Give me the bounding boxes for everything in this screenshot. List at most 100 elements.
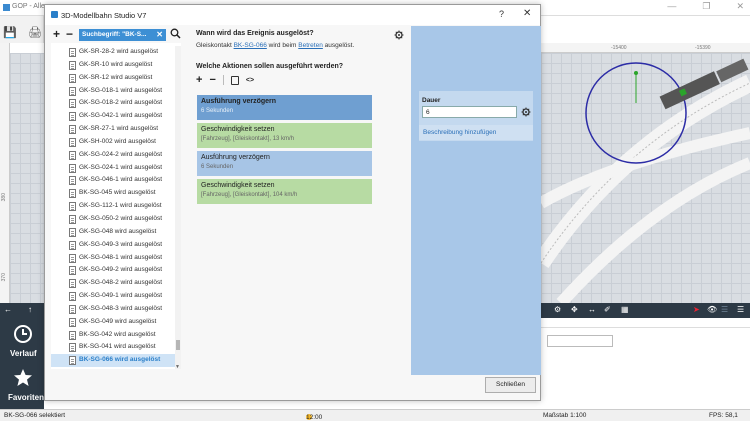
close-button[interactable]: Schließen [485, 377, 536, 393]
arrow-left-icon[interactable]: ← [4, 305, 12, 314]
viewport-controlbar: ⚙ ✥ ↔ ✐ ▦ ➤ 👁 ☰ ☰ [541, 303, 750, 318]
search-filter[interactable]: Suchbegriff: "BK-S... ✕ [79, 29, 166, 41]
list-item[interactable]: GK-SG-048 wird ausgelöst [51, 226, 175, 239]
gear-icon[interactable]: ⚙ [554, 305, 561, 314]
add-action-button[interactable]: + [196, 74, 202, 86]
list-item-label: GK-SR-12 wird ausgelöst [79, 73, 153, 81]
brush-icon[interactable]: ✐ [604, 305, 611, 314]
actions-toolbar: + − <> [196, 74, 254, 86]
action-item[interactable]: Geschwindigkeit setzen [Fahrzeug], [Gleis… [197, 179, 372, 204]
move-icon[interactable]: ✥ [571, 305, 578, 314]
document-icon [69, 99, 76, 109]
gear-icon[interactable] [394, 30, 404, 40]
list-item[interactable]: GK-SG-049-2 wird ausgelöst [51, 264, 175, 277]
list-item[interactable]: GK-SG-048-1 wird ausgelöst [51, 252, 175, 265]
save-icon[interactable]: 💾 [3, 26, 17, 39]
scroll-down-icon[interactable]: ▼ [175, 364, 180, 370]
desc-prefix: Gleiskontakt [196, 42, 234, 49]
gear-icon[interactable] [521, 107, 531, 117]
list-item[interactable]: GK-SG-024-2 wird ausgelöst [51, 149, 175, 162]
list-item-label: GK-SG-049 wird ausgelöst [79, 317, 157, 325]
property-input[interactable] [547, 335, 613, 347]
contact-link[interactable]: BK-SG-066 [234, 42, 267, 49]
minimize-icon[interactable]: — [667, 1, 676, 12]
list-item[interactable]: GK-SR-27-1 wird ausgelöst [51, 123, 175, 136]
close-icon[interactable]: ✕ [523, 8, 531, 19]
action-item[interactable]: Geschwindigkeit setzen [Fahrzeug], [Gleis… [197, 123, 372, 148]
clear-search-icon[interactable]: ✕ [156, 30, 163, 39]
list-item[interactable]: BK-SG-042 wird ausgelöst [51, 329, 175, 342]
document-icon [69, 189, 76, 199]
sidebar-item-history[interactable]: Verlauf [0, 320, 44, 362]
add-description-button[interactable]: Beschreibung hinzufügen [419, 125, 533, 140]
duration-label: Dauer [422, 97, 441, 104]
layers-icon[interactable]: ☰ [721, 305, 728, 314]
scroll-thumb[interactable] [176, 340, 180, 350]
grid-icon[interactable]: ▦ [621, 305, 629, 314]
menu-icon[interactable]: ☰ [737, 305, 744, 314]
list-item[interactable]: GK-SR-10 wird ausgelöst [51, 59, 175, 72]
when-heading: Wann wird das Ereignis ausgelöst? [196, 30, 314, 37]
remove-button[interactable]: − [66, 27, 73, 41]
document-icon [69, 112, 76, 122]
sidebar-item-favorites[interactable]: Favoriten [0, 364, 44, 406]
document-icon [69, 292, 76, 302]
document-icon [69, 253, 76, 263]
list-toolbar: + − Suchbegriff: "BK-S... ✕ [51, 26, 181, 43]
action-item[interactable]: Ausführung verzögern 6 Sekunden [197, 95, 372, 120]
arrows-horizontal-icon[interactable]: ↔ [588, 305, 596, 314]
list-item-label: GK-SG-018-1 wird ausgelöst [79, 86, 163, 94]
list-item[interactable]: GK-SR-12 wird ausgelöst [51, 72, 175, 85]
list-item[interactable]: GK-SG-048-3 wird ausgelöst [51, 303, 175, 316]
action-properties: Dauer 6 Beschreibung hinzufügen [411, 26, 541, 375]
list-item[interactable]: GK-SG-024-1 wird ausgelöst [51, 162, 175, 175]
list-item[interactable]: GK-SR-28-2 wird ausgelöst [51, 46, 175, 59]
list-item-label: BK-SG-042 wird ausgelöst [79, 330, 156, 338]
arrow-up-icon[interactable]: ↑ [28, 305, 32, 314]
list-item[interactable]: GK-SG-049-1 wird ausgelöst [51, 290, 175, 303]
list-item[interactable]: GK-SG-049-3 wird ausgelöst [51, 239, 175, 252]
list-item[interactable]: GK-SG-046-1 wird ausgelöst [51, 174, 175, 187]
action-title: Geschwindigkeit setzen [201, 182, 275, 189]
list-item[interactable]: BK-SG-066 wird ausgelöst [51, 354, 175, 368]
list-item[interactable]: GK-SH-002 wird ausgelöst [51, 136, 175, 149]
help-button[interactable]: ? [499, 9, 504, 19]
list-item[interactable]: GK-SG-112-1 wird ausgelöst [51, 200, 175, 213]
ruler-label: 380 [1, 193, 7, 202]
pin-icon[interactable]: ➤ [693, 305, 700, 314]
list-item-label: GK-SG-024-2 wird ausgelöst [79, 150, 163, 158]
restore-icon[interactable]: ❐ [702, 1, 710, 12]
document-icon [69, 266, 76, 276]
print-icon[interactable]: 🖨 [28, 26, 42, 39]
app-icon [51, 11, 58, 18]
list-item[interactable]: GK-SG-018-2 wird ausgelöst [51, 97, 175, 110]
scale-status: Maßstab 1:100 [543, 412, 587, 419]
eye-icon[interactable]: 👁 [707, 305, 717, 314]
remove-action-button[interactable]: − [209, 74, 215, 86]
list-scrollbar[interactable]: ▼ [175, 46, 181, 370]
copy-icon[interactable] [230, 75, 239, 85]
duration-input[interactable]: 6 [422, 106, 517, 118]
search-icon[interactable] [170, 28, 181, 39]
document-icon [69, 330, 76, 340]
left-controlbar: ← ↑ [0, 303, 44, 318]
code-icon[interactable]: <> [246, 77, 254, 84]
document-icon [69, 279, 76, 289]
viewport-canvas-left[interactable] [10, 53, 44, 303]
fps-status: FPS: 58,1 [709, 412, 738, 419]
list-item[interactable]: GK-SG-048-2 wird ausgelöst [51, 277, 175, 290]
viewport-canvas[interactable] [541, 53, 750, 303]
list-item[interactable]: GK-SG-018-1 wird ausgelöst [51, 85, 175, 98]
action-item[interactable]: Ausführung verzögern 6 Sekunden [197, 151, 372, 176]
list-item[interactable]: GK-SG-049 wird ausgelöst [51, 316, 175, 329]
list-item[interactable]: BK-SG-045 wird ausgelöst [51, 187, 175, 200]
list-item[interactable]: BK-SG-041 wird ausgelöst [51, 341, 175, 354]
list-item[interactable]: GK-SG-050-2 wird ausgelöst [51, 213, 175, 226]
document-icon [69, 356, 76, 366]
add-button[interactable]: + [53, 27, 60, 41]
trigger-type-link[interactable]: Betreten [298, 42, 323, 49]
list-item-label: BK-SG-045 wird ausgelöst [79, 189, 156, 197]
document-icon [69, 125, 76, 135]
list-item[interactable]: GK-SG-042-1 wird ausgelöst [51, 110, 175, 123]
close-icon[interactable]: ✕ [736, 1, 744, 12]
